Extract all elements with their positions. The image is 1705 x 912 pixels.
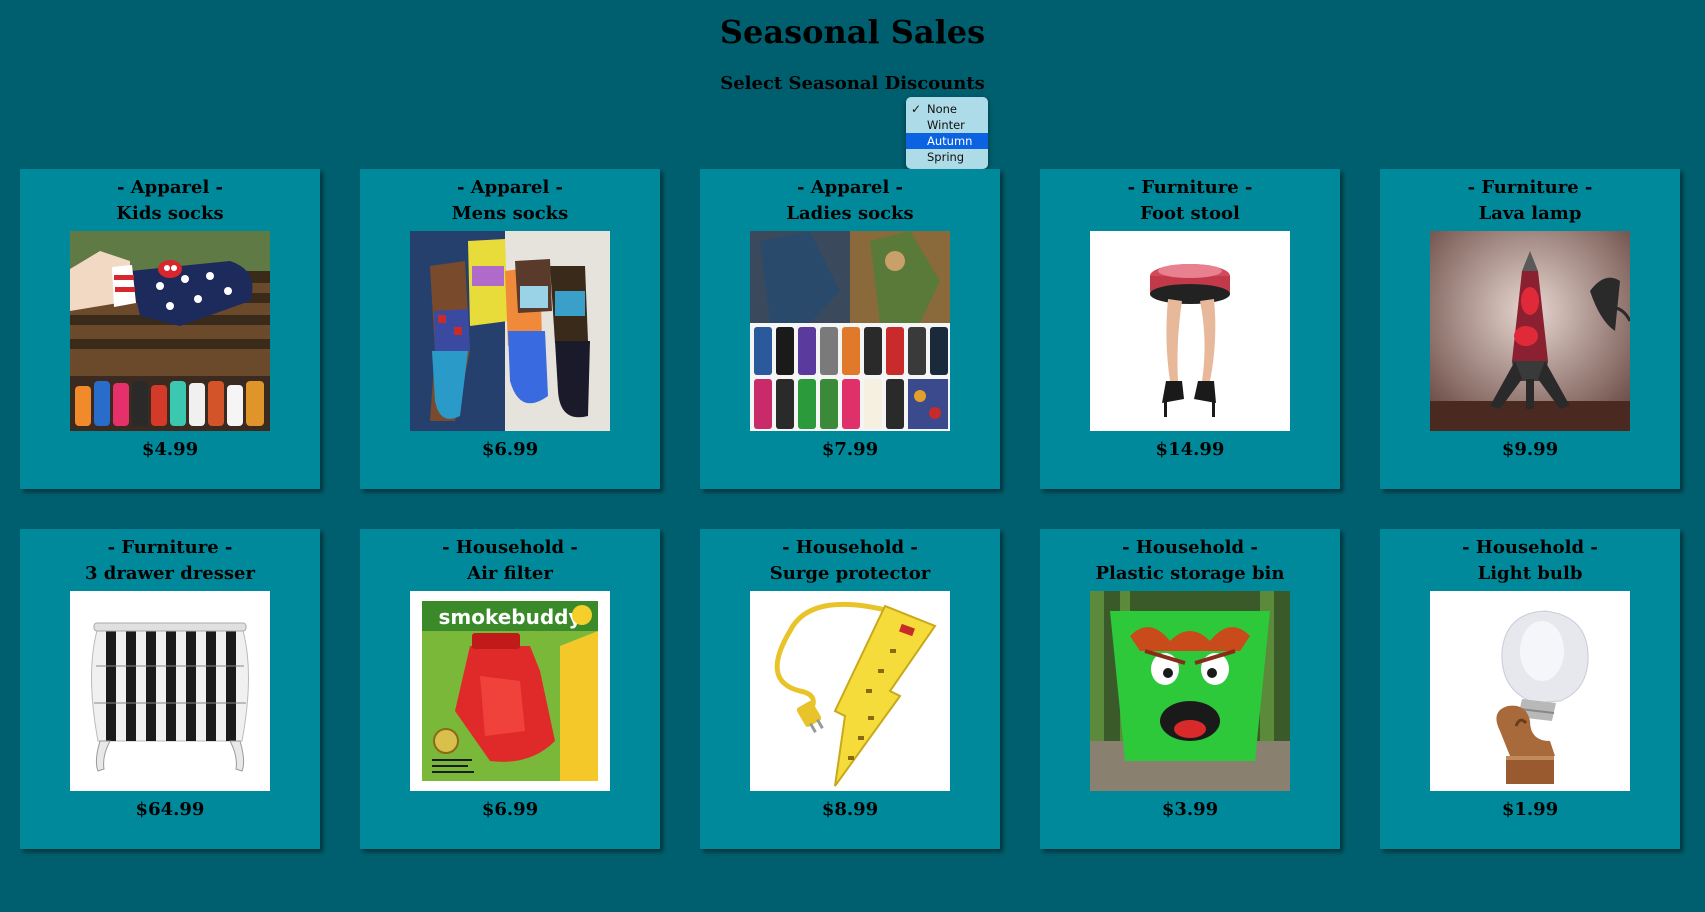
product-price: $9.99 <box>1501 439 1559 460</box>
product-category: - Furniture - <box>1127 177 1253 198</box>
product-price: $4.99 <box>141 439 199 460</box>
product-card-lava-lamp[interactable]: - Furniture - Lava lamp $9.99 <box>1380 169 1680 489</box>
product-card-plastic-storage-bin[interactable]: - Household - Plastic storage bin $3.99 <box>1040 529 1340 849</box>
foot-stool-image <box>1090 231 1290 431</box>
product-category: - Household - <box>442 537 578 558</box>
product-category: - Apparel - <box>116 177 224 198</box>
product-price: $3.99 <box>1161 799 1219 820</box>
product-price: $6.99 <box>481 439 539 460</box>
product-card-surge-protector[interactable]: - Household - Surge protector $8.99 <box>700 529 1000 849</box>
product-card-mens-socks[interactable]: - Apparel - Mens socks $6.99 <box>360 169 660 489</box>
light-bulb-image <box>1430 591 1630 791</box>
smokebuddy-brand-text: smokebuddy <box>438 605 581 629</box>
discount-option-label: Spring <box>927 150 965 164</box>
page-title: Seasonal Sales <box>719 13 986 51</box>
product-price: $14.99 <box>1155 439 1225 460</box>
mens-socks-image <box>410 231 610 431</box>
product-price: $6.99 <box>481 799 539 820</box>
product-category: - Household - <box>782 537 918 558</box>
product-category: - Furniture - <box>1467 177 1593 198</box>
product-price: $1.99 <box>1501 799 1559 820</box>
product-category: - Household - <box>1122 537 1258 558</box>
kids-socks-image <box>70 231 270 431</box>
storage-bin-image <box>1090 591 1290 791</box>
product-category: - Household - <box>1462 537 1598 558</box>
product-name: Air filter <box>467 563 553 584</box>
product-card-foot-stool[interactable]: - Furniture - Foot stool $14.99 <box>1040 169 1340 489</box>
product-name: Kids socks <box>116 203 224 224</box>
product-name: Lava lamp <box>1478 203 1582 224</box>
product-name: Light bulb <box>1477 563 1583 584</box>
ladies-socks-image <box>750 231 950 431</box>
discount-option-autumn[interactable]: Autumn <box>906 133 988 149</box>
product-card-kids-socks[interactable]: - Apparel - Kids socks $4.99 <box>20 169 320 489</box>
discount-option-none[interactable]: ✓ None <box>906 101 988 117</box>
product-name: Mens socks <box>451 203 569 224</box>
product-name: Plastic storage bin <box>1095 563 1285 584</box>
product-category: - Apparel - <box>796 177 904 198</box>
discount-option-label: Winter <box>927 118 965 132</box>
discount-option-spring[interactable]: Spring <box>906 149 988 165</box>
checkmark-icon: ✓ <box>911 102 922 116</box>
product-card-ladies-socks[interactable]: - Apparel - Ladies socks $7.99 <box>700 169 1000 489</box>
product-card-air-filter[interactable]: - Household - Air filter smokebuddy $6.9… <box>360 529 660 849</box>
product-category: - Furniture - <box>107 537 233 558</box>
product-card-3-drawer-dresser[interactable]: - Furniture - 3 drawer dresser $64.99 <box>20 529 320 849</box>
product-name: 3 drawer dresser <box>85 563 255 584</box>
discount-option-label: None <box>927 102 958 116</box>
product-name: Foot stool <box>1140 203 1240 224</box>
product-price: $7.99 <box>821 439 879 460</box>
surge-protector-image <box>750 591 950 791</box>
product-name: Surge protector <box>769 563 931 584</box>
product-grid: - Apparel - Kids socks $4.99 - Apparel -… <box>20 169 1685 849</box>
seasonal-discount-dropdown[interactable]: ✓ None Winter Autumn Spring <box>906 97 988 169</box>
discount-option-label: Autumn <box>927 134 973 148</box>
product-name: Ladies socks <box>786 203 914 224</box>
air-filter-image: smokebuddy <box>410 591 610 791</box>
discount-option-winter[interactable]: Winter <box>906 117 988 133</box>
dresser-image <box>70 591 270 791</box>
product-price: $8.99 <box>821 799 879 820</box>
lava-lamp-image <box>1430 231 1630 431</box>
discount-label: Select Seasonal Discounts <box>720 73 985 94</box>
product-category: - Apparel - <box>456 177 564 198</box>
product-card-light-bulb[interactable]: - Household - Light bulb $1.99 <box>1380 529 1680 849</box>
product-price: $64.99 <box>135 799 205 820</box>
